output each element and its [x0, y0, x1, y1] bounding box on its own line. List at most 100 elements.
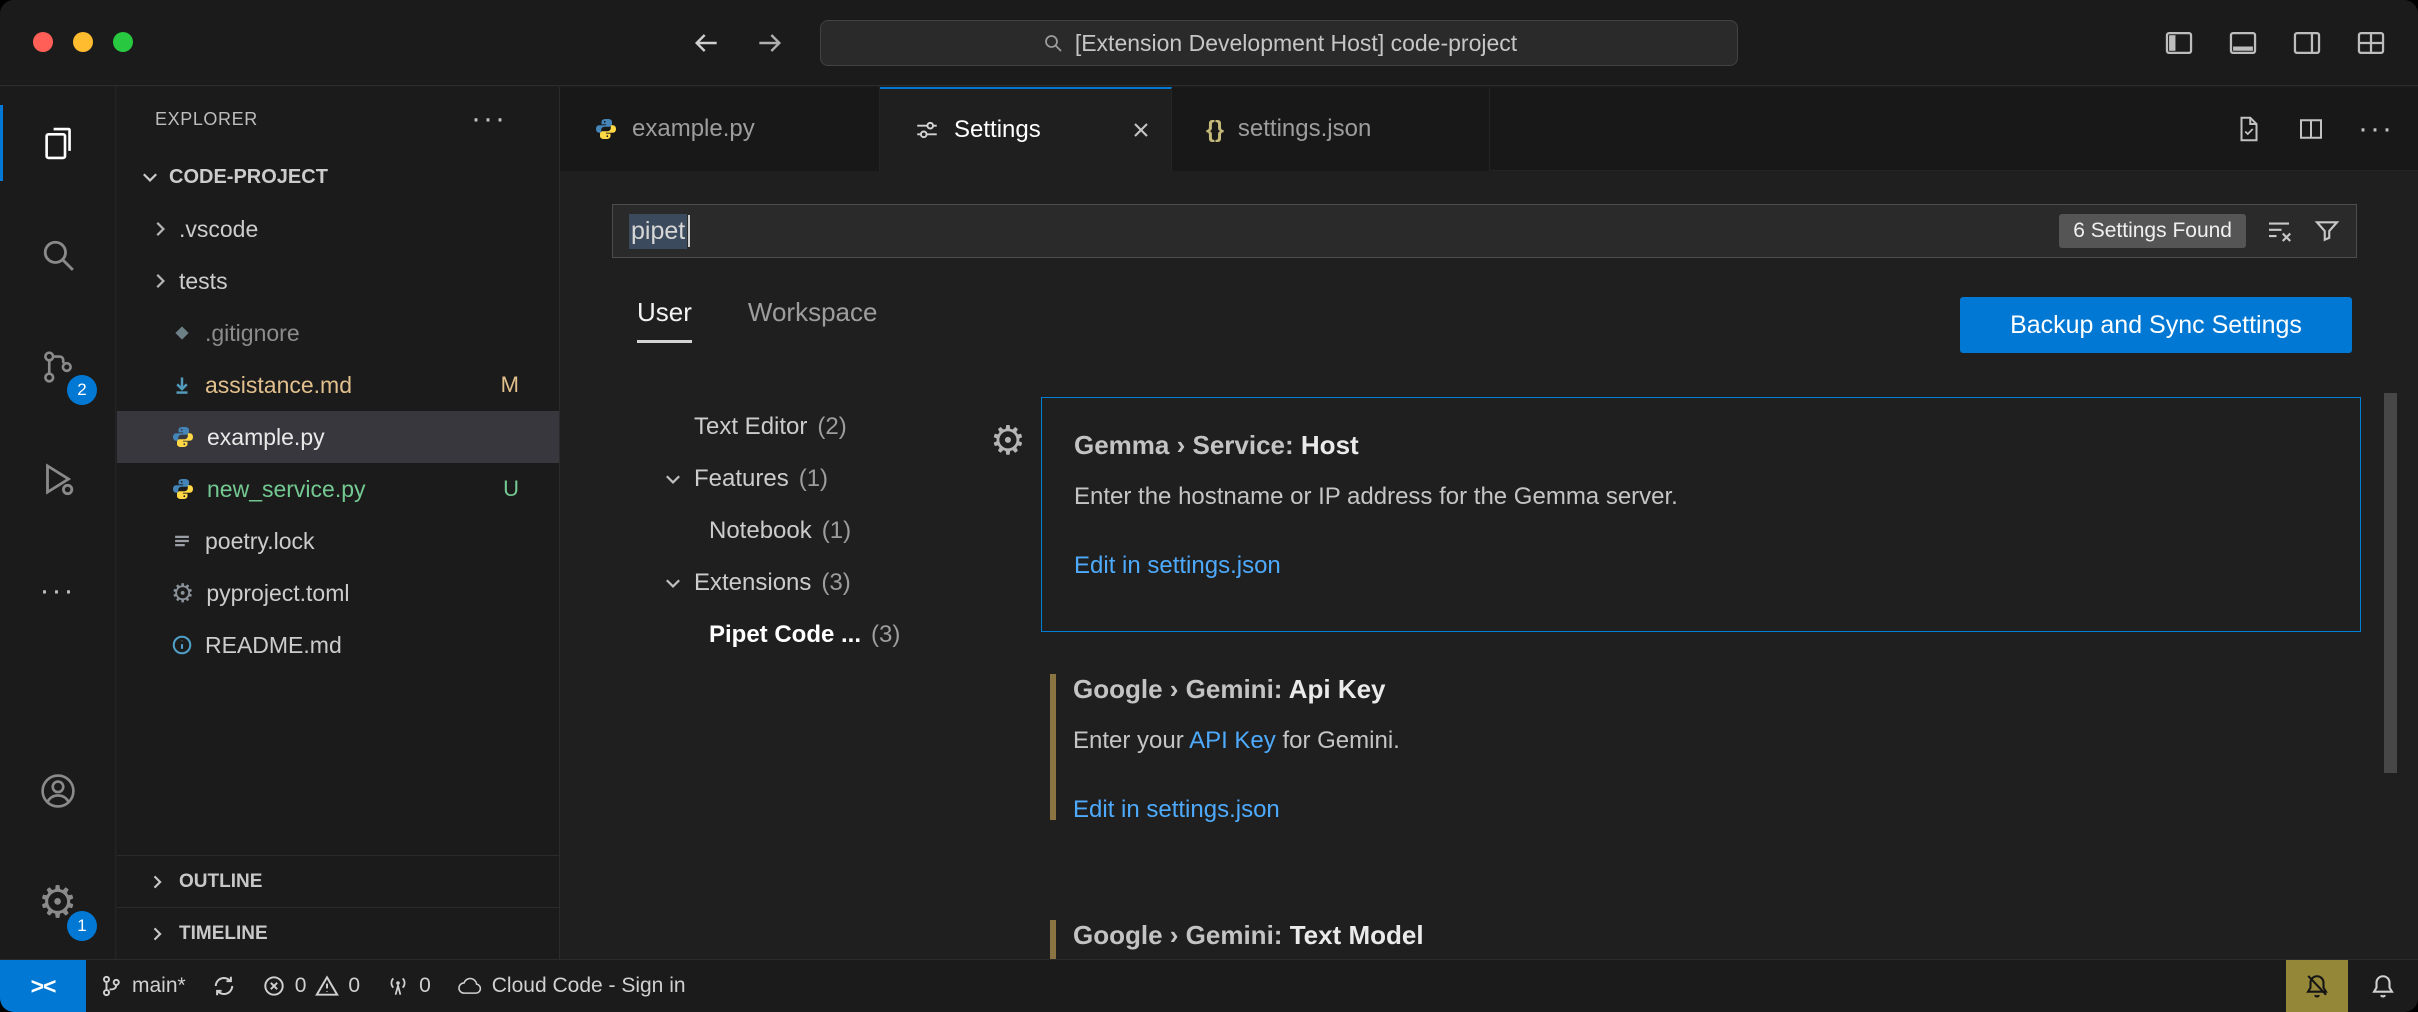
tab-label: settings.json [1238, 115, 1371, 143]
tree-item-label: pyproject.toml [206, 580, 349, 607]
notifications-button[interactable] [2348, 960, 2418, 1012]
do-not-disturb-button[interactable] [2286, 960, 2348, 1012]
cloud-code-status[interactable]: Cloud Code - Sign in [444, 960, 699, 1012]
toc-label: Extensions [694, 569, 811, 597]
activity-search-button[interactable] [0, 199, 115, 311]
setting-title: Gemma › Service: Host [1074, 432, 2330, 458]
explorer-more-actions-icon[interactable]: ··· [471, 102, 507, 136]
tab-example-py[interactable]: example.py [560, 87, 880, 171]
vertical-scrollbar[interactable] [2384, 393, 2397, 773]
error-count: 0 [295, 974, 307, 998]
filter-icon[interactable] [2312, 216, 2342, 246]
timeline-section-label: TIMELINE [179, 923, 268, 945]
scope-tab-user[interactable]: User [637, 297, 692, 343]
activity-run-debug-button[interactable] [0, 423, 115, 535]
remote-indicator-button[interactable]: >< [0, 960, 86, 1012]
toc-item-text-editor[interactable]: Text Editor (2) [560, 401, 1038, 453]
toc-count: (3) [821, 569, 850, 597]
tab-label: Settings [954, 116, 1041, 144]
settings-sliders-icon [914, 117, 940, 143]
warning-count: 0 [348, 974, 360, 998]
tree-item-example-py[interactable]: example.py [117, 411, 559, 463]
toggle-secondary-sidebar-icon[interactable] [2290, 26, 2324, 60]
tree-item-label: tests [179, 268, 228, 295]
sync-icon [212, 974, 236, 998]
setting-google-gemini-api-key[interactable]: Google › Gemini: Api Key Enter your API … [1041, 664, 2361, 836]
setting-description: Enter the hostname or IP address for the… [1074, 484, 2330, 510]
scope-tab-workspace[interactable]: Workspace [748, 297, 878, 340]
close-tab-icon[interactable] [1129, 118, 1153, 142]
git-status-modified: M [501, 372, 519, 398]
tab-settings[interactable]: Settings [880, 87, 1172, 171]
setting-gear-icon[interactable]: ⚙ [990, 421, 1026, 461]
setting-category: Google › Gemini: [1073, 674, 1282, 704]
clear-search-icon[interactable] [2264, 216, 2294, 246]
activity-accounts-button[interactable] [0, 735, 115, 847]
account-icon [37, 770, 79, 812]
config-gear-icon: ⚙ [171, 580, 194, 606]
git-file-icon [171, 322, 193, 344]
api-key-link[interactable]: API Key [1189, 727, 1276, 754]
source-control-badge: 2 [67, 375, 97, 405]
tree-item-label: .vscode [179, 216, 258, 243]
problems-status[interactable]: 0 0 [249, 960, 373, 1012]
ports-status[interactable]: 0 [373, 960, 444, 1012]
tree-item-tests[interactable]: tests [117, 255, 559, 307]
timeline-section-header[interactable]: TIMELINE [117, 907, 559, 959]
customize-layout-icon[interactable] [2354, 26, 2388, 60]
tab-settings-json[interactable]: {} settings.json [1172, 87, 1490, 171]
toggle-primary-sidebar-icon[interactable] [2162, 26, 2196, 60]
tree-item-readme-md[interactable]: README.md [117, 619, 559, 671]
settings-search-input[interactable]: pipet 6 Settings Found [612, 204, 2357, 258]
sync-changes-button[interactable] [199, 960, 249, 1012]
lock-file-icon [171, 530, 193, 552]
toc-item-features[interactable]: Features (1) [560, 453, 1038, 505]
activity-source-control-button[interactable]: 2 [0, 311, 115, 423]
toc-label: Features [694, 465, 789, 493]
toc-item-pipet-code[interactable]: Pipet Code ... (3) [560, 609, 1038, 661]
text-caret [688, 215, 690, 247]
tree-item-label: .gitignore [205, 320, 300, 347]
zoom-window-button[interactable] [113, 32, 133, 52]
toc-item-notebook[interactable]: Notebook (1) [560, 505, 1038, 557]
navigate-forward-icon[interactable] [752, 25, 788, 61]
python-file-icon [171, 425, 195, 449]
toggle-panel-icon[interactable] [2226, 26, 2260, 60]
toc-item-extensions[interactable]: Extensions (3) [560, 557, 1038, 609]
setting-title: Google › Gemini: Api Key [1073, 676, 2331, 702]
command-center[interactable]: [Extension Development Host] code-projec… [820, 20, 1738, 66]
git-branch-status[interactable]: main* [86, 960, 199, 1012]
toc-count: (3) [871, 621, 900, 649]
activity-explorer-button[interactable] [0, 87, 115, 199]
title-bar: [Extension Development Host] code-projec… [0, 0, 2418, 86]
tree-item-poetry-lock[interactable]: poetry.lock [117, 515, 559, 567]
tree-item-pyproject-toml[interactable]: ⚙ pyproject.toml [117, 567, 559, 619]
tree-item-label: example.py [207, 424, 325, 451]
sidebar-bottom-sections: OUTLINE TIMELINE [117, 855, 559, 959]
setting-gemma-service-host[interactable]: Gemma › Service: Host Enter the hostname… [1041, 397, 2361, 632]
tree-item-label: assistance.md [205, 372, 352, 399]
tree-item-new-service-py[interactable]: new_service.py U [117, 463, 559, 515]
more-actions-icon[interactable]: ··· [2358, 114, 2394, 144]
tree-item-assistance-md[interactable]: assistance.md M [117, 359, 559, 411]
outline-section-header[interactable]: OUTLINE [117, 855, 559, 907]
setting-google-gemini-text-model[interactable]: Google › Gemini: Text Model [1041, 910, 2361, 959]
tree-item-gitignore[interactable]: .gitignore [117, 307, 559, 359]
tree-item-vscode[interactable]: .vscode [117, 203, 559, 255]
navigate-back-icon[interactable] [688, 25, 724, 61]
edit-in-settings-json-link[interactable]: Edit in settings.json [1073, 796, 2331, 824]
explorer-sidebar: EXPLORER ··· CODE-PROJECT .vscode tests [117, 87, 560, 959]
bell-icon [2370, 973, 2396, 999]
close-window-button[interactable] [33, 32, 53, 52]
tree-item-root[interactable]: CODE-PROJECT [117, 151, 559, 203]
split-editor-icon[interactable] [2296, 114, 2326, 144]
toc-count: (2) [817, 413, 846, 441]
open-settings-json-icon[interactable] [2234, 114, 2264, 144]
toc-label: Text Editor [694, 413, 807, 441]
activity-more-button[interactable]: ··· [0, 535, 115, 647]
backup-sync-settings-button[interactable]: Backup and Sync Settings [1960, 297, 2352, 353]
minimize-window-button[interactable] [73, 32, 93, 52]
tree-item-label: README.md [205, 632, 342, 659]
activity-settings-button[interactable]: ⚙ 1 [0, 847, 115, 959]
edit-in-settings-json-link[interactable]: Edit in settings.json [1074, 552, 2330, 580]
